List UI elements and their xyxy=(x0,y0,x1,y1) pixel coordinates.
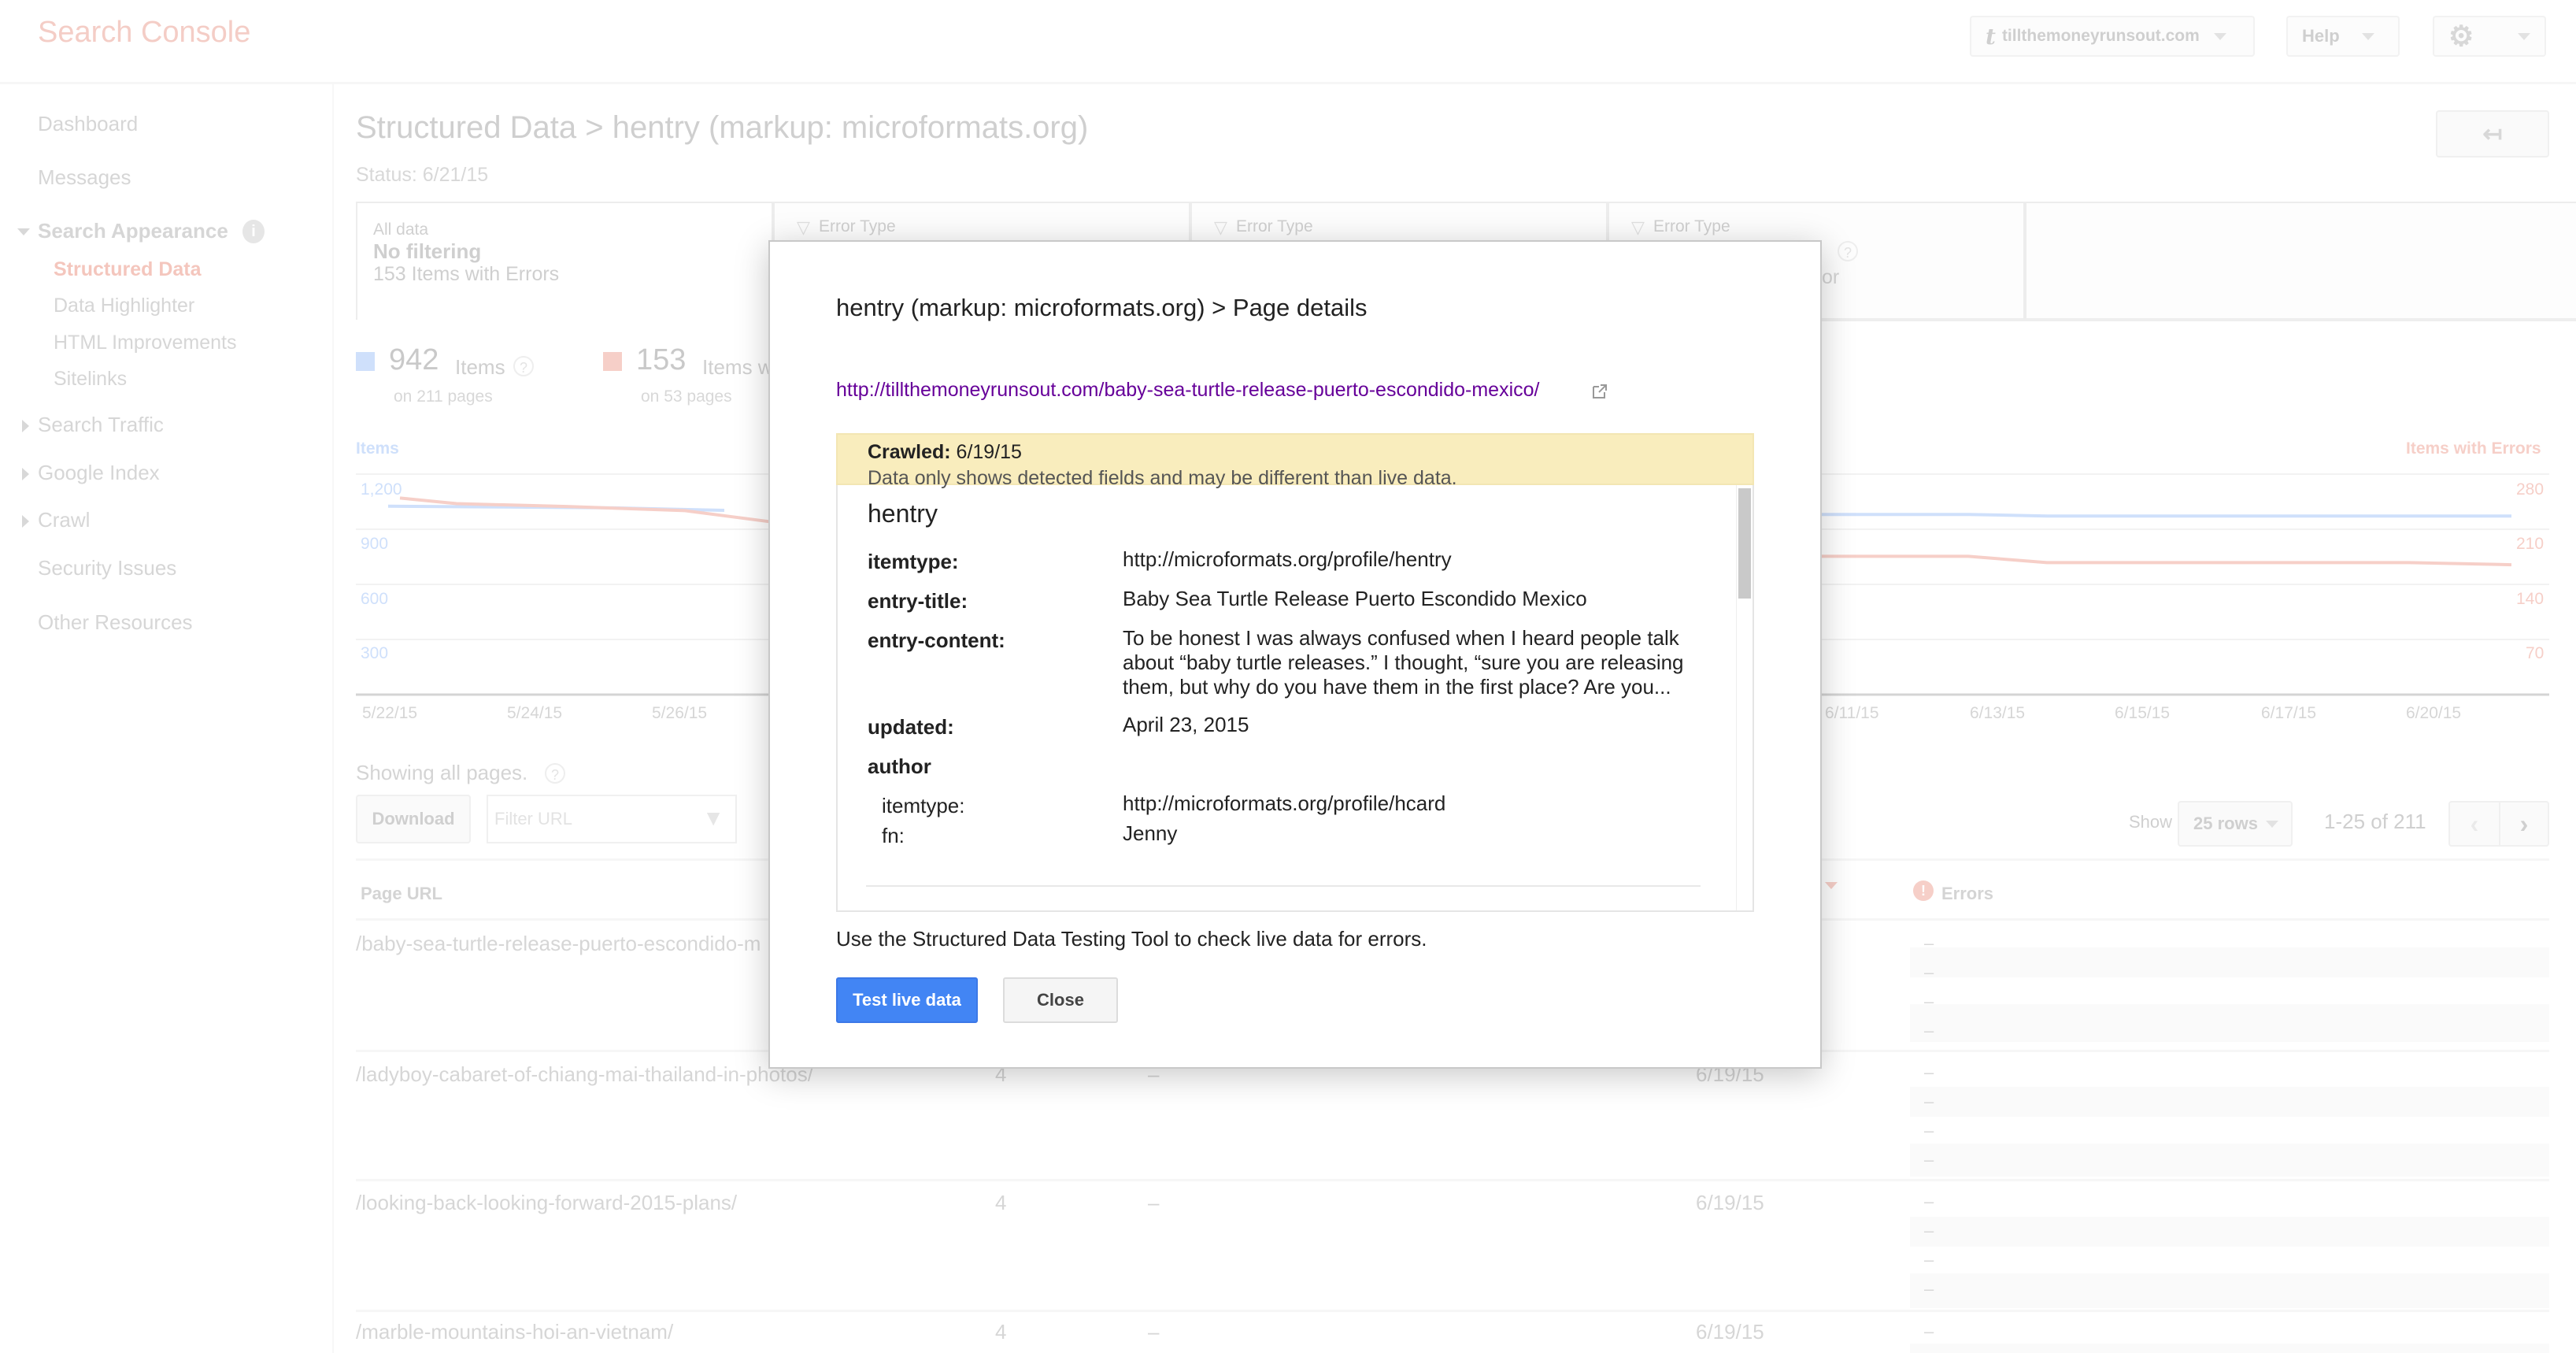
field-value: Baby Sea Turtle Release Puerto Escondido… xyxy=(1123,587,1587,610)
rows-per-page-value: 25 rows xyxy=(2193,814,2258,833)
rows-per-page-select[interactable]: 25 rows xyxy=(2178,801,2293,847)
chevron-right-icon: › xyxy=(2519,809,2529,838)
row-url[interactable]: /baby-sea-turtle-release-puerto-escondid… xyxy=(356,932,761,956)
show-rows-label: Show xyxy=(2129,812,2173,832)
filter-url-input[interactable]: Filter URL ▼ xyxy=(487,795,737,843)
chevron-left-icon: ‹ xyxy=(2470,809,2479,838)
error-value: – xyxy=(1924,1092,1934,1111)
column-header-errors[interactable]: Errors xyxy=(1941,884,1993,904)
next-page-button[interactable]: › xyxy=(2499,801,2549,847)
chevron-down-icon xyxy=(2265,820,2278,828)
left-tick-label: 1,200 xyxy=(361,480,402,499)
crawled-notice: Crawled: 6/19/15 Data only shows detecte… xyxy=(836,433,1754,489)
left-tick-label: 900 xyxy=(361,535,389,553)
scrollbar-track[interactable] xyxy=(1736,485,1752,910)
error-value: – xyxy=(1924,1250,1934,1270)
right-axis-title: Items with Errors xyxy=(2406,439,2541,458)
error-value: – xyxy=(1924,1279,1934,1299)
download-button[interactable]: Download xyxy=(356,795,471,843)
error-value: – xyxy=(1924,1121,1934,1140)
field-value: April 23, 2015 xyxy=(1123,713,1249,736)
testing-tool-hint: Use the Structured Data Testing Tool to … xyxy=(836,927,1427,951)
right-tick-label: 140 xyxy=(2516,590,2545,608)
field-key: entry-content: xyxy=(868,628,1005,652)
error-stripe xyxy=(1910,1273,2549,1308)
error-value: – xyxy=(1924,1062,1934,1082)
left-tick-label: 300 xyxy=(361,644,389,662)
row-date: 6/19/15 xyxy=(1696,1191,1764,1214)
row-date: 6/19/15 xyxy=(1696,1320,1764,1344)
item-type-heading: hentry xyxy=(868,499,938,528)
field-key: entry-title: xyxy=(868,589,968,613)
right-tick-label: 280 xyxy=(2516,480,2545,499)
error-value: – xyxy=(1924,1192,1934,1211)
error-value: – xyxy=(1924,933,1934,953)
field-key: itemtype: xyxy=(868,550,959,573)
crawled-date: 6/19/15 xyxy=(956,441,1022,463)
error-value: – xyxy=(1924,1221,1934,1240)
right-tick-label: 210 xyxy=(2516,535,2545,553)
error-value: – xyxy=(1924,1321,1934,1341)
row-items: 4 xyxy=(995,1320,1007,1344)
left-axis-title: Items xyxy=(356,439,399,458)
external-link-icon[interactable] xyxy=(1590,382,1609,401)
test-live-data-button[interactable]: Test live data xyxy=(836,977,978,1023)
error-value: – xyxy=(1924,992,1934,1011)
x-tick-label: 5/24/15 xyxy=(507,704,563,722)
x-tick-label: 6/11/15 xyxy=(1825,704,1879,722)
dialog-title: hentry (markup: microformats.org) > Page… xyxy=(836,294,1368,321)
table-divider xyxy=(356,1310,2549,1312)
pagination-range: 1-25 of 211 xyxy=(2324,810,2426,833)
items-series-line-end xyxy=(1822,513,2511,518)
close-button[interactable]: Close xyxy=(1003,977,1118,1023)
x-tick-label: 5/26/15 xyxy=(652,704,708,722)
panel-divider xyxy=(866,885,1701,887)
filter-icon: ▼ xyxy=(702,806,724,830)
error-stripe xyxy=(1910,947,2549,977)
x-tick-label: 6/13/15 xyxy=(1970,704,2026,722)
x-tick-label: 6/17/15 xyxy=(2261,704,2317,722)
author-heading: author xyxy=(868,754,931,778)
prev-page-button[interactable]: ‹ xyxy=(2448,801,2499,847)
filter-url-placeholder: Filter URL xyxy=(494,809,573,828)
structured-data-panel: hentry itemtype: http://microformats.org… xyxy=(836,485,1754,912)
showing-pages-text: Showing all pages. xyxy=(356,761,528,784)
column-header-page-url[interactable]: Page URL xyxy=(361,884,442,904)
help-icon[interactable]: ? xyxy=(545,763,565,784)
crawled-label: Crawled: xyxy=(868,441,951,463)
x-tick-label: 5/22/15 xyxy=(362,704,418,722)
error-stripe xyxy=(1910,1217,2549,1247)
row-errors-col: – xyxy=(1148,1191,1160,1214)
x-tick-label: 6/15/15 xyxy=(2115,704,2171,722)
field-key: fn: xyxy=(882,824,905,847)
error-stripe xyxy=(1910,1087,2549,1117)
row-errors-col: – xyxy=(1148,1320,1160,1344)
field-value: Jenny xyxy=(1123,821,1178,845)
field-value: http://microformats.org/profile/hentry xyxy=(1123,547,1452,571)
row-items: 4 xyxy=(995,1191,1007,1214)
error-value: – xyxy=(1924,962,1934,982)
error-value: – xyxy=(1924,1021,1934,1040)
scrollbar-thumb[interactable] xyxy=(1738,488,1751,599)
error-stripe xyxy=(1910,1004,2549,1042)
error-icon: ! xyxy=(1913,880,1934,901)
field-value: To be honest I was always confused when … xyxy=(1123,626,1684,699)
error-stripe xyxy=(1910,1144,2549,1177)
row-url[interactable]: /ladyboy-cabaret-of-chiang-mai-thailand-… xyxy=(356,1062,813,1087)
sort-desc-icon[interactable] xyxy=(1825,882,1838,889)
page-details-dialog: hentry (markup: microformats.org) > Page… xyxy=(768,240,1822,1069)
error-value: – xyxy=(1924,1150,1934,1170)
table-divider xyxy=(356,1179,2549,1181)
field-key: updated: xyxy=(868,715,954,739)
row-url[interactable]: /marble-mountains-hoi-an-vietnam/ xyxy=(356,1320,673,1344)
x-tick-label: 6/20/15 xyxy=(2406,704,2462,722)
field-key: itemtype: xyxy=(882,794,965,817)
page-url-link[interactable]: http://tillthemoneyrunsout.com/baby-sea-… xyxy=(836,379,1539,402)
left-tick-label: 600 xyxy=(361,590,389,608)
error-stripe xyxy=(1910,1344,2549,1353)
right-tick-label: 70 xyxy=(2526,644,2545,662)
row-url[interactable]: /looking-back-looking-forward-2015-plans… xyxy=(356,1191,737,1215)
errors-series-line-end xyxy=(1822,554,2512,567)
field-value: http://microformats.org/profile/hcard xyxy=(1123,791,1446,815)
